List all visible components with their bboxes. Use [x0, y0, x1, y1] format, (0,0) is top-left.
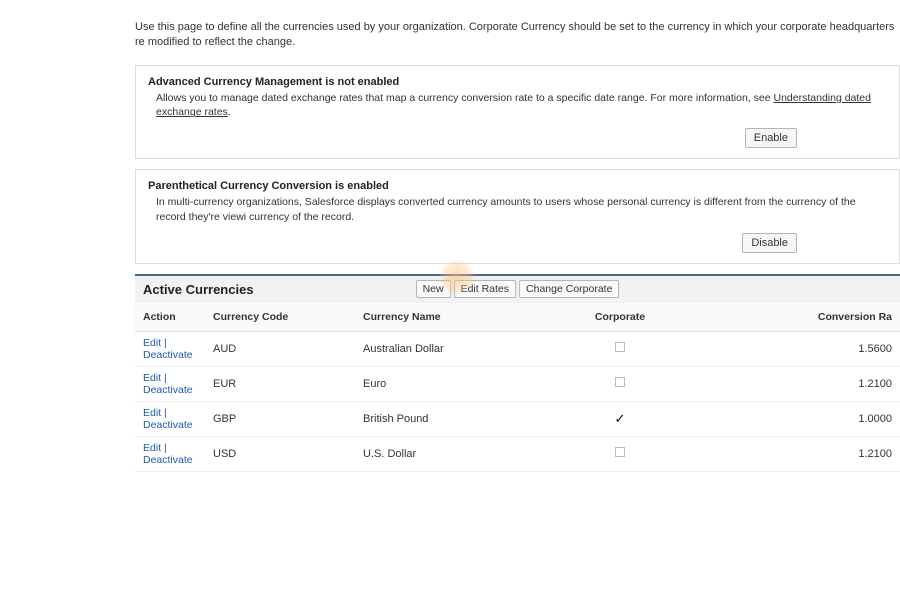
panel-advanced-title: Advanced Currency Management is not enab… — [148, 76, 887, 88]
section-title: Active Currencies — [143, 282, 254, 297]
deactivate-link[interactable]: Deactivate — [143, 419, 193, 431]
cell-corporate: ✓ — [525, 401, 715, 436]
cell-code: EUR — [205, 366, 355, 401]
edit-link[interactable]: Edit — [143, 407, 161, 419]
edit-link[interactable]: Edit — [143, 337, 161, 349]
cell-code: AUD — [205, 331, 355, 366]
cell-code: USD — [205, 436, 355, 471]
cell-name: British Pound — [355, 401, 525, 436]
table-row: Edit | DeactivateAUDAustralian Dollar1.5… — [135, 331, 900, 366]
disable-button[interactable]: Disable — [742, 233, 797, 253]
unchecked-box-icon — [615, 447, 625, 457]
col-code: Currency Code — [205, 303, 355, 332]
cell-action: Edit | Deactivate — [135, 401, 205, 436]
action-separator: | — [161, 407, 167, 419]
new-button[interactable]: New — [416, 280, 451, 298]
panel-advanced-body: Allows you to manage dated exchange rate… — [148, 91, 887, 120]
cell-rate: 1.5600 — [715, 331, 900, 366]
cell-name: Euro — [355, 366, 525, 401]
cell-rate: 1.2100 — [715, 366, 900, 401]
panel-advanced-body-text: Allows you to manage dated exchange rate… — [156, 92, 774, 104]
action-separator: | — [161, 337, 167, 349]
edit-rates-button[interactable]: Edit Rates — [454, 280, 516, 298]
deactivate-link[interactable]: Deactivate — [143, 384, 193, 396]
table-row: Edit | DeactivateUSDU.S. Dollar1.2100 — [135, 436, 900, 471]
cell-rate: 1.0000 — [715, 401, 900, 436]
cell-action: Edit | Deactivate — [135, 436, 205, 471]
table-header-row: Action Currency Code Currency Name Corpo… — [135, 303, 900, 332]
active-currencies-header: Active Currencies New Edit Rates Change … — [135, 274, 900, 303]
cell-name: U.S. Dollar — [355, 436, 525, 471]
unchecked-box-icon — [615, 377, 625, 387]
cell-corporate — [525, 331, 715, 366]
deactivate-link[interactable]: Deactivate — [143, 349, 193, 361]
panel-parenthetical-body: In multi-currency organizations, Salesfo… — [148, 195, 887, 224]
col-name: Currency Name — [355, 303, 525, 332]
deactivate-link[interactable]: Deactivate — [143, 454, 193, 466]
section-button-group: New Edit Rates Change Corporate — [416, 280, 620, 298]
col-corporate: Corporate — [525, 303, 715, 332]
cell-action: Edit | Deactivate — [135, 366, 205, 401]
cell-code: GBP — [205, 401, 355, 436]
table-row: Edit | DeactivateEUREuro1.2100 — [135, 366, 900, 401]
checkmark-icon: ✓ — [615, 411, 626, 426]
panel-advanced-currency: Advanced Currency Management is not enab… — [135, 65, 900, 159]
page-intro: Use this page to define all the currenci… — [135, 20, 900, 51]
enable-button[interactable]: Enable — [745, 128, 797, 148]
cell-corporate — [525, 436, 715, 471]
cell-action: Edit | Deactivate — [135, 331, 205, 366]
col-action: Action — [135, 303, 205, 332]
change-corporate-button[interactable]: Change Corporate — [519, 280, 619, 298]
currency-table: Action Currency Code Currency Name Corpo… — [135, 303, 900, 472]
cell-rate: 1.2100 — [715, 436, 900, 471]
edit-link[interactable]: Edit — [143, 442, 161, 454]
panel-parenthetical-title: Parenthetical Currency Conversion is ena… — [148, 180, 887, 192]
panel-parenthetical: Parenthetical Currency Conversion is ena… — [135, 169, 900, 263]
unchecked-box-icon — [615, 342, 625, 352]
action-separator: | — [161, 372, 167, 384]
cell-name: Australian Dollar — [355, 331, 525, 366]
table-row: Edit | DeactivateGBPBritish Pound✓1.0000 — [135, 401, 900, 436]
cell-corporate — [525, 366, 715, 401]
col-rate: Conversion Ra — [715, 303, 900, 332]
edit-link[interactable]: Edit — [143, 372, 161, 384]
action-separator: | — [161, 442, 167, 454]
